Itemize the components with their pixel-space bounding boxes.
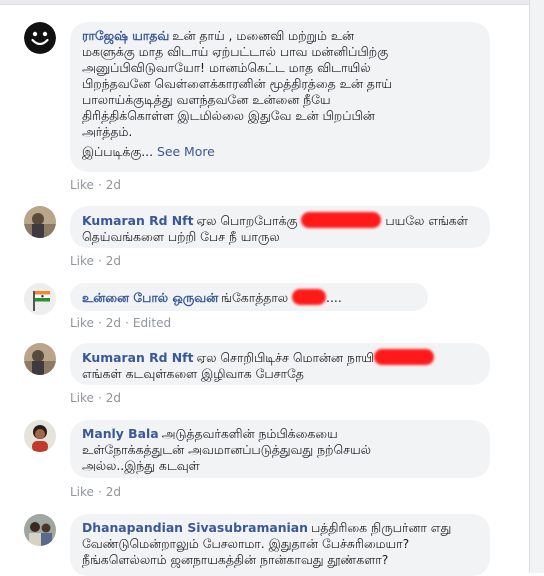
comment-text-line: அனுப்பிவிடுவாயோ! மானம்கெட்ட மாத விடாயில் <box>82 60 371 75</box>
comment-text-line: மகளுக்கு மாத விடாய் ஏற்பட்டால் பாவ மன்னி… <box>82 44 389 59</box>
comment-author[interactable]: ராஜேஷ் யாதவ் <box>82 28 169 43</box>
comment-timestamp[interactable]: 2d <box>106 316 121 330</box>
comment-text-truncated: இப்படிக்கு... <box>82 144 154 159</box>
profile-photo[interactable] <box>24 514 56 546</box>
redaction-mark <box>292 289 327 305</box>
like-button[interactable]: Like <box>70 316 94 330</box>
comment-text-line: பாலாய்க்குடித்து வளந்தவனே உன்னை நீயே <box>82 92 331 107</box>
like-button[interactable]: Like <box>70 485 94 499</box>
separator-dot: · <box>125 316 129 330</box>
comment-author[interactable]: Manly Bala <box>82 426 159 441</box>
comment-text-start: ஏல பொறபோக்கு <box>196 213 298 228</box>
like-button[interactable]: Like <box>70 178 94 192</box>
separator-dot: · <box>97 254 102 268</box>
like-button[interactable]: Like <box>70 391 94 405</box>
comment-actions: Like · 2d <box>70 178 121 192</box>
comment-text-line: உன் தாய் , மனைவி மற்றும் உன் <box>172 28 355 43</box>
comment-author[interactable]: Dhanapandian Sivasubramanian <box>82 520 308 535</box>
comment-text-end: .... <box>326 290 342 305</box>
like-button[interactable]: Like <box>70 254 94 268</box>
comment-timestamp[interactable]: 2d <box>106 178 121 192</box>
comment-timestamp[interactable]: 2d <box>106 485 121 499</box>
redaction-mark <box>374 349 435 365</box>
comment-text-line: உள்நோக்கத்துடன் அவமானப்படுத்துவது நற்செய… <box>82 442 371 457</box>
see-more-link[interactable]: See More <box>157 144 215 159</box>
comment-text-line: எங்கள் கடவுள்களை இழிவாக பேசாதே <box>82 366 304 381</box>
top-divider <box>0 0 529 5</box>
comment-actions: Like · 2d <box>70 485 121 499</box>
comment-text-start: ங்கோத்தால <box>221 290 289 305</box>
comment-text-line: பிறந்தவனே வெள்ளைக்காரனின் மூத்திரத்தை உன… <box>82 76 392 91</box>
comment-text-line: திரித்திக்கொள்ள இடமில்லை இதுவே உன் பிறப்… <box>82 108 375 123</box>
comment-bubble: ராஜேஷ் யாதவ் உன் தாய் , மனைவி மற்றும் உன்… <box>70 22 490 172</box>
profile-photo[interactable] <box>24 420 56 452</box>
comment-text-line: தெய்வங்களை பற்றி பேச நீ யாருல <box>82 229 280 244</box>
profile-photo[interactable] <box>24 343 56 375</box>
comment-text-line: அடுத்தவர்களின் நம்பிக்கையை <box>161 426 338 441</box>
separator-dot: · <box>97 391 102 405</box>
comment-text-line: அர்த்தம். <box>82 124 133 139</box>
comment-text-line: பத்திரிகை நிருபர்னா எது <box>310 520 452 535</box>
comment-text-line: அல்ல..இந்து கடவுள் <box>82 458 200 473</box>
profile-photo[interactable] <box>24 206 56 238</box>
comment-author[interactable]: Kumaran Rd Nft <box>82 213 194 228</box>
comment-text-line: வேண்டுமென்றாலும் பேசலாமா. இதுதான் பேச்சு… <box>82 536 410 551</box>
comment-bubble: Dhanapandian Sivasubramanian பத்திரிகை நி… <box>70 514 490 576</box>
separator-dot: · <box>97 316 102 330</box>
edited-label[interactable]: Edited <box>133 316 171 330</box>
comment-author[interactable]: உன்னை போல் ஒருவன் <box>82 290 218 305</box>
comment-author[interactable]: Kumaran Rd Nft <box>82 350 194 365</box>
comment-actions: Like · 2d <box>70 254 121 268</box>
comment-timestamp[interactable]: 2d <box>106 391 121 405</box>
comment-bubble: உன்னை போல் ஒருவன் ங்கோத்தால .... <box>70 283 428 311</box>
comment-text-end: பயலே எங்கள் <box>385 213 468 228</box>
india-flag-avatar-icon[interactable] <box>24 283 56 315</box>
comment-text-line: ஏல சொறிபிடிச்ச மொன்ன நாயி <box>196 350 375 365</box>
separator-dot: · <box>97 485 102 499</box>
smiley-avatar-icon[interactable] <box>24 22 56 54</box>
comment-actions: Like · 2d <box>70 391 121 405</box>
comment-bubble: Kumaran Rd Nft ஏல பொறபோக்கு பயலே எங்கள் த… <box>70 206 490 248</box>
comment-timestamp[interactable]: 2d <box>106 254 121 268</box>
comment-thread: ராஜேஷ் யாதவ் உன் தாய் , மனைவி மற்றும் உன்… <box>0 0 530 576</box>
comment-bubble: Kumaran Rd Nft ஏல சொறிபிடிச்ச மொன்ன நாயி … <box>70 343 490 385</box>
comment-bubble: Manly Bala அடுத்தவர்களின் நம்பிக்கையை உள்… <box>70 420 490 478</box>
separator-dot: · <box>97 178 102 192</box>
page-edge-panel <box>529 0 544 573</box>
redaction-mark <box>301 212 382 228</box>
comment-actions: Like · 2d · Edited <box>70 316 171 330</box>
comment-text-line: நீங்களெல்லாம் ஜனநாயகத்தின் நான்காவது தூண… <box>82 552 389 567</box>
